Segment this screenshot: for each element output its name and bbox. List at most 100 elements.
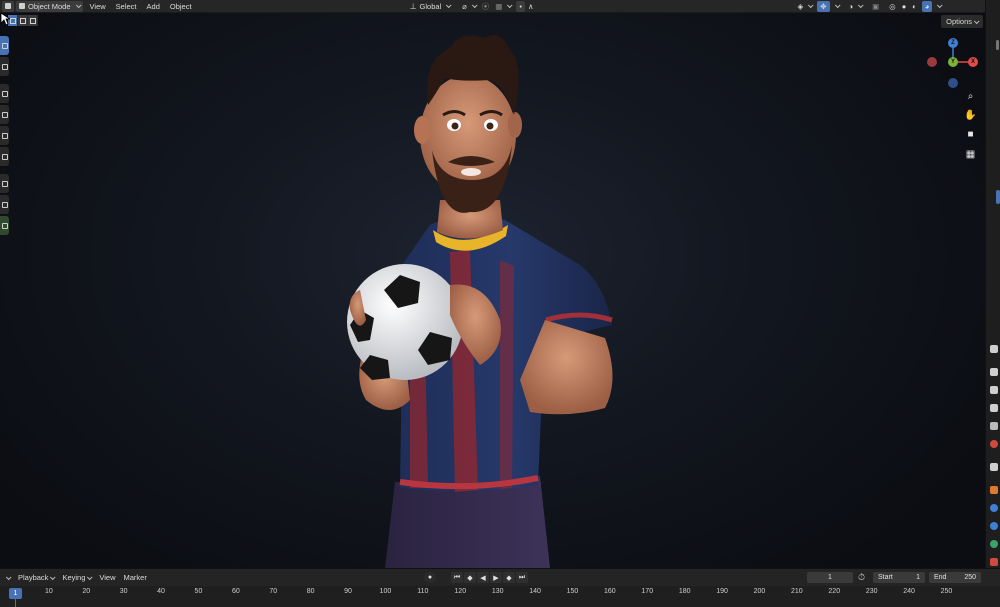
shading-dropdown[interactable] xyxy=(932,1,944,12)
record-button[interactable]: ● xyxy=(424,572,436,583)
editor-type-button[interactable] xyxy=(2,0,14,12)
region-toggle[interactable] xyxy=(996,190,1000,204)
ruler-tick: 210 xyxy=(791,588,803,595)
play-reverse-button[interactable]: ◀ xyxy=(477,572,489,583)
falloff-dropdown[interactable]: ∧ xyxy=(525,1,537,12)
ruler-tick: 20 xyxy=(82,588,91,595)
chevron-down-icon xyxy=(50,573,56,580)
gizmo-z-axis[interactable]: Z xyxy=(948,38,958,48)
current-frame-field[interactable]: 1 xyxy=(807,572,853,583)
gizmo-toggle[interactable]: ✥ xyxy=(817,0,830,12)
output-properties-icon[interactable] xyxy=(990,386,998,394)
gizmo-x-axis[interactable]: X xyxy=(968,57,978,67)
jump-keyframe-forward-button[interactable]: ◆ xyxy=(503,572,515,583)
character-render[interactable] xyxy=(300,20,630,568)
menu-add[interactable]: Add xyxy=(144,1,163,12)
navigation-gizmo[interactable]: Z X Y xyxy=(922,36,982,96)
world-properties-icon[interactable] xyxy=(990,440,998,448)
visibility-dropdown[interactable]: ◈ xyxy=(794,1,815,12)
gizmo-neg-z-axis[interactable] xyxy=(948,78,958,88)
menu-timeline-view[interactable]: View xyxy=(95,573,119,582)
tool-add-cube[interactable] xyxy=(0,216,9,235)
data-properties-icon[interactable] xyxy=(990,558,998,566)
shading-rendered[interactable]: ◕ xyxy=(921,0,933,12)
jump-end-button[interactable]: ⏭ xyxy=(516,572,528,583)
playback-controls: ● ⏮ ◆ ◀ ▶ ◆ ⏭ xyxy=(424,572,528,583)
select-extend-icon xyxy=(19,17,26,24)
falloff-curve-icon: ∧ xyxy=(527,1,534,11)
menu-marker[interactable]: Marker xyxy=(120,573,151,582)
scrollbar-handle[interactable] xyxy=(996,40,999,50)
snap-toggle[interactable]: ⦿ xyxy=(479,1,493,12)
menu-object[interactable]: Object xyxy=(167,1,195,12)
snap-dropdown[interactable]: ▦ xyxy=(492,1,514,12)
shading-wireframe[interactable]: ◎ xyxy=(886,1,899,12)
ruler-tick: 250 xyxy=(940,588,953,595)
ruler-tick: 200 xyxy=(753,588,766,595)
playhead[interactable]: 1 xyxy=(9,588,22,599)
start-value: 1 xyxy=(916,574,920,581)
tool-cursor[interactable] xyxy=(0,57,9,76)
tool-transform[interactable] xyxy=(0,147,9,166)
tool-move[interactable] xyxy=(0,84,9,103)
modifier-properties-icon[interactable] xyxy=(990,504,998,512)
perspective-grid-icon[interactable]: ▦ xyxy=(963,147,978,162)
start-frame-field[interactable]: Start 1 xyxy=(873,572,925,583)
tool-rotate[interactable] xyxy=(0,105,9,124)
menu-keying[interactable]: Keying xyxy=(58,573,95,582)
stopwatch-icon[interactable]: ⏱ xyxy=(858,572,865,583)
constraint-properties-icon[interactable] xyxy=(990,540,998,548)
ruler-tick: 240 xyxy=(903,588,915,595)
select-subtract-button[interactable] xyxy=(28,15,38,26)
gizmo-y-axis[interactable]: Y xyxy=(948,57,958,67)
3d-viewport[interactable]: Object Mode View Select Add Object ⊥ Glo… xyxy=(0,0,985,568)
menu-playback[interactable]: Playback xyxy=(14,573,58,582)
timeline-editor-type[interactable] xyxy=(0,573,14,580)
cube-icon xyxy=(5,3,11,9)
frame-ruler[interactable]: 1 10 20 30 40 50 60 70 80 90 100 110 120 130 140 150 16… xyxy=(0,586,1000,607)
ruler-tick: 180 xyxy=(678,588,691,595)
jump-keyframe-back-button[interactable]: ◆ xyxy=(464,572,476,583)
select-extend-button[interactable] xyxy=(18,15,28,26)
chevron-down-icon xyxy=(5,573,12,580)
shading-material[interactable]: ◐ xyxy=(909,1,920,12)
menu-view[interactable]: View xyxy=(87,1,109,12)
proportional-edit-toggle[interactable]: • xyxy=(516,0,525,12)
play-button[interactable]: ▶ xyxy=(490,572,502,583)
tool-shelf xyxy=(0,36,9,235)
physics-properties-icon[interactable] xyxy=(990,522,998,530)
gizmo-dropdown[interactable] xyxy=(830,1,842,12)
hand-pan-icon[interactable]: ✋ xyxy=(963,108,978,123)
ruler-tick: 110 xyxy=(417,588,429,595)
select-subtract-icon xyxy=(29,17,36,24)
select-mode-buttons xyxy=(8,15,38,26)
tool-measure[interactable] xyxy=(0,195,9,214)
jump-start-button[interactable]: ⏮ xyxy=(451,572,463,583)
scene-properties-icon[interactable] xyxy=(990,422,998,430)
gizmo-neg-x-axis[interactable] xyxy=(927,57,937,67)
shading-solid[interactable]: ● xyxy=(899,1,910,12)
render-properties-icon[interactable] xyxy=(990,368,998,376)
collection-properties-icon[interactable] xyxy=(990,463,998,471)
view-layer-icon[interactable] xyxy=(990,404,998,412)
object-properties-icon[interactable] xyxy=(990,486,998,494)
ruler-tick: 220 xyxy=(828,588,841,595)
options-dropdown[interactable]: Options xyxy=(941,15,983,28)
end-frame-field[interactable]: End 250 xyxy=(929,572,981,583)
overlays-toggle[interactable]: ◑ xyxy=(846,1,866,12)
chevron-down-icon xyxy=(446,2,452,9)
select-box-icon xyxy=(9,17,16,24)
menu-select[interactable]: Select xyxy=(113,1,140,12)
tool-scale[interactable] xyxy=(0,126,9,145)
rendered-sphere-icon: ◕ xyxy=(924,1,930,11)
tool-annotate[interactable] xyxy=(0,174,9,193)
camera-icon[interactable]: ■ xyxy=(963,127,978,142)
tool-properties-icon[interactable] xyxy=(990,345,998,353)
mode-dropdown[interactable]: Object Mode xyxy=(16,0,83,12)
zoom-icon[interactable]: ⌕ xyxy=(963,89,978,104)
xray-toggle[interactable]: ▣ xyxy=(869,1,882,12)
transform-orientation-dropdown[interactable]: ⊥ Global xyxy=(407,1,454,12)
tool-select-box[interactable] xyxy=(0,36,9,55)
ruler-tick: 90 xyxy=(344,588,352,595)
pivot-dropdown[interactable]: ⌀ xyxy=(459,1,479,12)
